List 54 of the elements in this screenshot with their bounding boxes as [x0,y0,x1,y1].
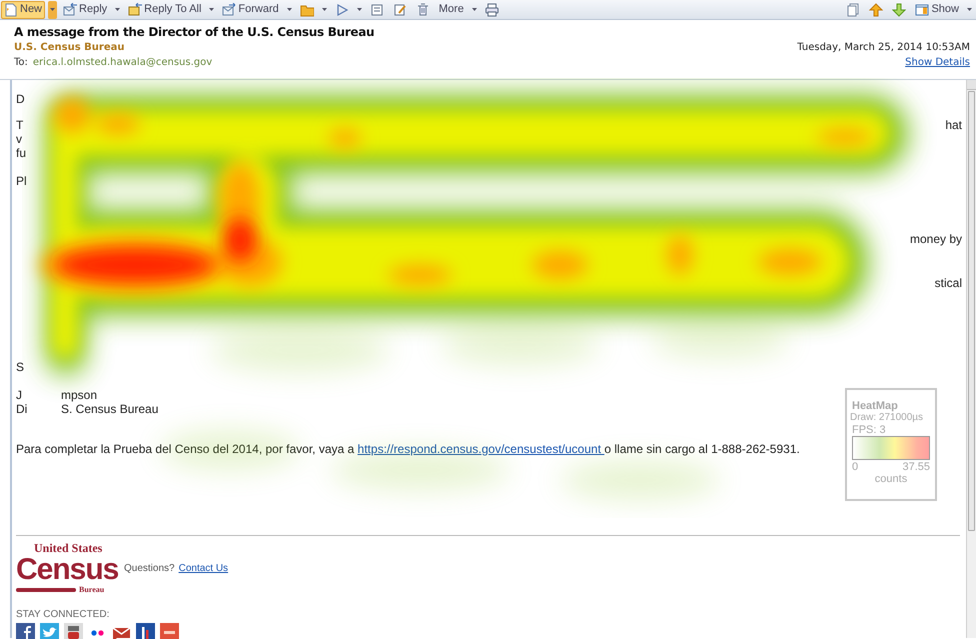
reply-all-icon[interactable] [128,2,142,16]
caret-icon[interactable] [472,8,477,11]
forward-icon[interactable] [222,2,236,16]
body-text: money by [910,232,962,246]
toolbar-button[interactable]: Show [912,0,962,18]
caret-icon[interactable] [209,8,214,11]
body-text: v [16,132,23,146]
body-text: S [16,360,26,374]
scrollbar[interactable] [966,80,976,638]
social-f-icon[interactable] [16,623,35,639]
reply-icon[interactable] [63,2,78,16]
caret-icon[interactable] [967,8,972,11]
caret-icon[interactable] [115,8,120,11]
body-text: mpson [61,388,98,402]
panel-icon[interactable] [915,2,930,16]
show-details-link[interactable]: Show Details [905,57,970,69]
body-text: T [16,118,24,132]
scale-min: 0 [852,461,858,473]
body-text: D [16,92,26,106]
body-text: hat [945,118,962,132]
toolbar-button[interactable]: More [436,0,467,18]
caret-icon[interactable] [286,8,292,11]
scale-unit: counts [874,473,908,485]
bars-icon[interactable] [136,623,155,639]
body-text: Para completar la Prueba del Censo del 2014, por favor, vaya a https://respond.census.gov/censustest/ucount o llame sin cargo al 1-888-262-5931. [16,442,800,456]
sender-name: U.S. Census Bureau [14,41,126,54]
toolbar-button[interactable]: Reply To All [125,0,204,18]
scale-max: 37.55 [902,461,930,473]
caret-icon[interactable] [356,8,362,11]
to-label: To: [14,57,28,69]
legend-draw-time: Draw: 271000µs [850,412,924,424]
contact-us-link[interactable]: Contact Us [178,560,228,576]
caret-icon[interactable] [50,8,56,11]
body-text: fu [16,146,28,160]
survey-link[interactable]: https://respond.census.gov/censustest/ucount [358,442,604,456]
questions-label: Questions? [124,562,175,576]
legend-fps: FPS: 3 [852,424,887,436]
message-date: Tuesday, March 25, 2014 10:53AM [797,42,970,54]
census-logo: United States Census Bureau [16,542,116,594]
body-text: S. Census Bureau [61,402,158,416]
body-text: Pl [16,174,28,188]
body-text: J [16,388,23,402]
body-text: Di [16,402,28,416]
toolbar-button[interactable]: Forward [219,0,282,18]
caret-icon[interactable] [322,8,327,11]
legend-title: HeatMap [852,400,899,412]
recipient-address: erica.l.olmsted.hawala@census.gov [32,57,212,69]
new-document-icon[interactable] [4,2,18,16]
toolbar-button[interactable]: Reply [60,0,110,18]
toolbar-button[interactable]: New [1,0,46,18]
email-subject: A message from the Director of the U.S. Census Bureau [14,25,374,39]
bird-icon[interactable] [40,623,59,639]
body-text: stical [934,276,962,290]
stay-connected-label: STAY CONNECTED: [16,609,110,621]
